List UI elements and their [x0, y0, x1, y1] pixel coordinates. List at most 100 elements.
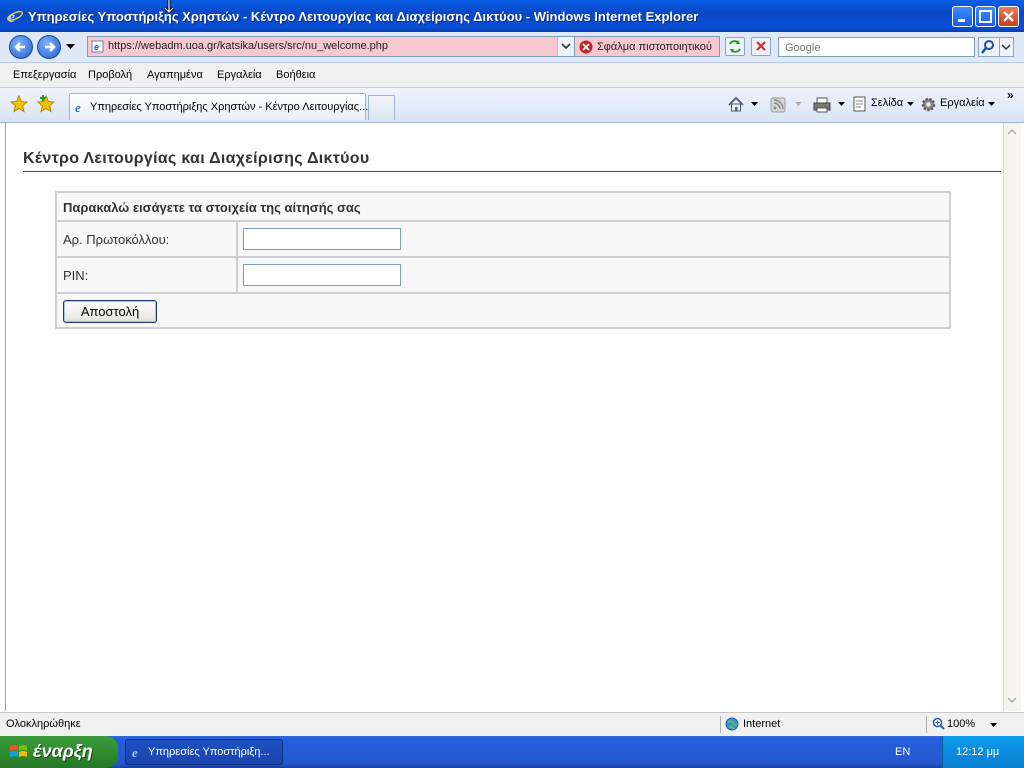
navigation-bar: e https://webadm.uoa.gr/katsika/users/sr… [0, 32, 1024, 63]
address-bar[interactable]: e https://webadm.uoa.gr/katsika/users/sr… [87, 36, 575, 57]
tools-menu-button[interactable]: Εργαλεία [940, 97, 985, 109]
forward-arrow-icon [45, 42, 56, 52]
shield-error-icon [579, 40, 593, 54]
gear-icon [921, 97, 936, 112]
window-title: Υπηρεσίες Υποστήριξης Χρηστών - Κέντρο Λ… [28, 9, 699, 24]
address-dropdown-button[interactable] [557, 37, 574, 56]
maximize-button[interactable] [975, 6, 996, 27]
certificate-error-label: Σφάλμα πιστοποιητικού [597, 41, 712, 53]
print-icon[interactable] [813, 96, 831, 113]
tab-bar: e Υπηρεσίες Υποστήριξης Χρηστών - Κέντρο… [0, 88, 1024, 123]
start-label: έναρξη [33, 741, 93, 761]
search-button[interactable] [978, 37, 1000, 57]
form-title: Παρακαλώ εισάγετε τα στοιχεία της αίτησή… [63, 200, 361, 215]
taskbar-ie-window[interactable]: e Υπηρεσίες Υποστήριξη... [125, 739, 283, 765]
internet-zone-globe-icon [725, 717, 739, 731]
search-options-dropdown[interactable] [1000, 37, 1014, 57]
zoom-dropdown-icon[interactable] [990, 723, 997, 728]
toolbar-overflow-chevron-icon[interactable]: » [1007, 88, 1014, 102]
application-form: Παρακαλώ εισάγετε τα στοιχεία της αίτησή… [55, 191, 951, 329]
back-button[interactable] [9, 35, 33, 59]
refresh-icon [729, 40, 741, 53]
menu-favorites[interactable]: Αγαπημένα [147, 69, 203, 81]
refresh-button[interactable] [725, 37, 745, 56]
pin-input[interactable] [243, 264, 401, 286]
heading-divider [23, 171, 1001, 172]
feeds-icon[interactable] [770, 97, 786, 113]
close-button[interactable] [998, 6, 1019, 27]
start-button[interactable]: έναρξη [0, 736, 118, 768]
page-dropdown-icon[interactable] [907, 102, 914, 107]
ie-logo-icon: e [6, 9, 24, 25]
maximize-icon [979, 10, 992, 23]
protocol-row: Αρ. Πρωτοκόλλου: [57, 222, 949, 258]
page-menu-button[interactable]: Σελίδα [871, 97, 903, 109]
ie-page-icon: e [75, 100, 81, 114]
tools-dropdown-icon[interactable] [988, 102, 995, 107]
windows-logo-icon [10, 745, 27, 757]
close-icon [1003, 11, 1014, 22]
search-box[interactable] [778, 37, 975, 57]
window-title-bar[interactable]: e Υπηρεσίες Υποστήριξης Χρηστών - Κέντρο… [0, 0, 1024, 32]
svg-text:e: e [94, 42, 99, 52]
forward-button[interactable] [37, 35, 61, 59]
language-indicator[interactable]: EN [895, 746, 910, 758]
column-divider [236, 258, 238, 292]
stop-button[interactable] [751, 37, 771, 56]
home-dropdown-icon[interactable] [751, 102, 758, 107]
scroll-down-icon[interactable] [1007, 697, 1017, 703]
menu-edit[interactable]: Επεξεργασία [13, 69, 76, 81]
submit-button[interactable]: Αποστολή [63, 300, 157, 323]
menu-bar: Επεξεργασία Προβολή Αγαπημένα Εργαλεία Β… [0, 63, 1024, 88]
system-tray: 12:12 μμ [942, 736, 1024, 768]
minimize-button[interactable] [952, 6, 973, 27]
pin-label: PIN: [63, 268, 89, 283]
certificate-error-button[interactable]: Σφάλμα πιστοποιητικού [575, 36, 720, 57]
menu-tools[interactable]: Εργαλεία [217, 69, 262, 81]
clock[interactable]: 12:12 μμ [956, 746, 999, 758]
submit-row: Αποστολή [57, 294, 949, 327]
security-zone[interactable]: Internet [743, 718, 780, 730]
protocol-label: Αρ. Πρωτοκόλλου: [63, 232, 170, 247]
status-text: Ολοκληρώθηκε [6, 718, 81, 730]
status-bar: Ολοκληρώθηκε Internet 100% [0, 712, 1024, 736]
chevron-down-icon [561, 43, 571, 50]
menu-view[interactable]: Προβολή [88, 69, 132, 81]
pin-row: PIN: [57, 258, 949, 294]
address-url: https://webadm.uoa.gr/katsika/users/src/… [108, 40, 389, 52]
protocol-number-input[interactable] [243, 228, 401, 250]
vertical-scrollbar[interactable] [1003, 123, 1021, 711]
search-input[interactable] [783, 39, 967, 57]
feeds-dropdown-icon[interactable] [795, 102, 802, 107]
stop-icon [756, 41, 766, 51]
back-arrow-icon [14, 42, 25, 52]
print-dropdown-icon[interactable] [838, 102, 845, 107]
ie-logo-icon: e [132, 745, 138, 759]
taskbar-item-label: Υπηρεσίες Υποστήριξη... [148, 746, 270, 758]
zoom-icon [932, 717, 945, 730]
scroll-up-icon[interactable] [1007, 129, 1017, 135]
status-divider [926, 716, 927, 733]
recent-pages-dropdown-icon[interactable] [66, 44, 75, 50]
search-icon [981, 40, 994, 54]
status-divider [720, 716, 721, 733]
zoom-level[interactable]: 100% [947, 718, 975, 730]
svg-text:e: e [75, 100, 81, 114]
svg-text:e: e [132, 745, 138, 759]
tab-label: Υπηρεσίες Υποστήριξης Χρηστών - Κέντρο Λ… [90, 101, 369, 113]
page-menu-icon [853, 96, 866, 112]
chevron-down-icon [1001, 44, 1011, 50]
page-icon: e [91, 40, 104, 53]
new-tab-button[interactable] [368, 95, 395, 120]
column-divider [236, 222, 238, 256]
home-icon[interactable] [727, 96, 745, 113]
menu-help[interactable]: Βοήθεια [276, 69, 315, 81]
form-header-row: Παρακαλώ εισάγετε τα στοιχεία της αίτησή… [57, 193, 949, 222]
favorites-star-icon[interactable] [10, 95, 28, 113]
page-title: Κέντρο Λειτουργίας και Διαχείρισης Δικτύ… [23, 150, 370, 167]
mouse-cursor-icon [163, 0, 175, 14]
tab-active[interactable]: e Υπηρεσίες Υποστήριξης Χρηστών - Κέντρο… [69, 93, 369, 120]
taskbar: έναρξη e Υπηρεσίες Υποστήριξη... EN 12:1… [0, 736, 1024, 768]
minimize-icon [958, 19, 965, 22]
add-favorite-icon[interactable] [37, 95, 55, 113]
